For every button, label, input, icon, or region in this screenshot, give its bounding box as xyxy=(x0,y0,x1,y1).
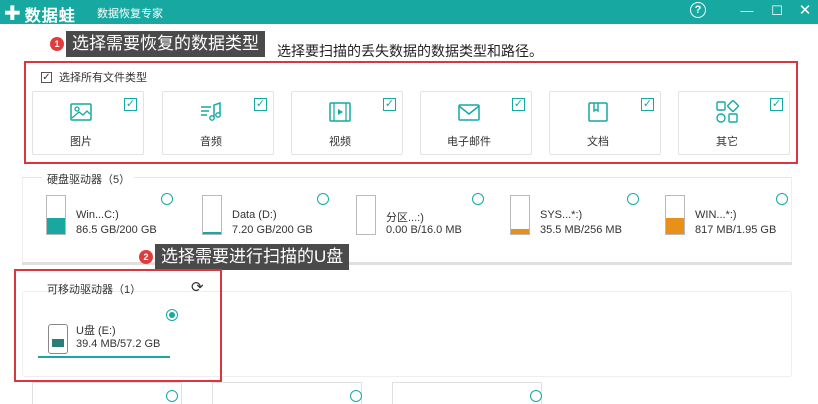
file-type-label: 图片 xyxy=(70,136,92,148)
drive-radio[interactable] xyxy=(317,193,329,205)
file-type-card-video[interactable]: ✓ 视频 xyxy=(291,91,403,155)
drive-name: SYS...*:) xyxy=(540,209,583,221)
file-type-label: 其它 xyxy=(716,136,738,148)
callout-number: 1 xyxy=(50,37,64,51)
drive-name: 分区...:) xyxy=(386,212,424,224)
file-type-checkbox[interactable]: ✓ xyxy=(512,98,525,111)
callout-text: 选择需要恢复的数据类型 xyxy=(66,31,265,57)
file-type-checkbox[interactable]: ✓ xyxy=(254,98,267,111)
email-icon xyxy=(458,104,480,121)
callout-text: 选择需要进行扫描的U盘 xyxy=(155,244,350,270)
drive-name: Data (D:) xyxy=(232,209,277,221)
file-type-checkbox[interactable]: ✓ xyxy=(770,98,783,111)
close-button[interactable]: ✕ xyxy=(796,2,814,20)
drive-item[interactable]: Win...C:) 86.5 GB/200 GB xyxy=(46,193,176,243)
audio-icon xyxy=(201,101,221,121)
callout-1: 1 选择需要恢复的数据类型 xyxy=(50,31,265,57)
file-type-label: 视频 xyxy=(329,136,351,148)
drive-name: WIN...*:) xyxy=(695,209,737,221)
bottom-card-radio[interactable] xyxy=(166,390,178,402)
drive-item[interactable]: Data (D:) 7.20 GB/200 GB xyxy=(202,193,332,243)
drive-radio[interactable] xyxy=(472,193,484,205)
removable-drives-title: 可移动驱动器（1） xyxy=(47,284,142,296)
usb-drive-name: U盘 (E:) xyxy=(76,325,116,337)
drive-size: 35.5 MB/256 MB xyxy=(540,224,622,236)
drive-usage-fill xyxy=(203,232,221,234)
usb-drive-item[interactable]: U盘 (E:) 39.4 MB/57.2 GB xyxy=(38,318,178,360)
bottom-card-radio[interactable] xyxy=(350,390,362,402)
callout-2: 2 选择需要进行扫描的U盘 xyxy=(139,244,350,270)
callout-number: 2 xyxy=(139,250,153,264)
usb-connector xyxy=(52,339,64,347)
usb-drive-size: 39.4 MB/57.2 GB xyxy=(76,338,161,350)
app-title: 数据恢复专家 xyxy=(97,8,163,20)
file-type-label: 电子邮件 xyxy=(447,136,491,148)
title-bar: ✚ 数据蛙 数据恢复专家 ? — ☐ ✕ xyxy=(0,0,818,26)
drive-size: 7.20 GB/200 GB xyxy=(232,224,313,236)
image-icon xyxy=(70,103,92,121)
file-type-card-other[interactable]: ✓ 其它 xyxy=(678,91,790,155)
bottom-card[interactable] xyxy=(212,382,362,404)
file-type-checkbox[interactable]: ✓ xyxy=(124,98,137,111)
page-subtitle: 选择要扫描的丢失数据的数据类型和路径。 xyxy=(277,43,543,59)
select-all-checkbox[interactable]: ✓ xyxy=(41,71,52,83)
file-type-card-document[interactable]: ✓ 文档 xyxy=(549,91,661,155)
drive-name: Win...C:) xyxy=(76,209,119,221)
usb-drive-radio[interactable] xyxy=(166,309,178,321)
usb-selection-bar xyxy=(38,356,170,358)
document-icon xyxy=(588,102,608,122)
maximize-button[interactable]: ☐ xyxy=(768,2,786,20)
drive-size: 86.5 GB/200 GB xyxy=(76,224,157,236)
bottom-card-radio[interactable] xyxy=(530,390,542,402)
usb-drive-icon xyxy=(48,324,68,354)
drive-size: 0.00 B/16.0 MB xyxy=(386,224,462,236)
drive-icon xyxy=(665,195,685,235)
file-type-card-audio[interactable]: ✓ 音频 xyxy=(162,91,274,155)
refresh-icon[interactable]: ⟳ xyxy=(191,278,204,296)
file-type-card-email[interactable]: ✓ 电子邮件 xyxy=(420,91,532,155)
help-button[interactable]: ? xyxy=(690,2,706,18)
logo-plus-icon: ✚ xyxy=(4,3,22,25)
drive-item[interactable]: SYS...*:) 35.5 MB/256 MB xyxy=(510,193,640,243)
video-icon xyxy=(329,102,351,122)
drive-radio[interactable] xyxy=(776,193,788,205)
select-all-label: 选择所有文件类型 xyxy=(59,72,147,84)
file-type-label: 音频 xyxy=(200,136,222,148)
drive-icon xyxy=(46,195,66,235)
drive-item[interactable]: 分区...:) 0.00 B/16.0 MB xyxy=(356,193,486,243)
file-type-checkbox[interactable]: ✓ xyxy=(383,98,396,111)
drive-usage-fill xyxy=(511,228,529,234)
drive-icon xyxy=(356,195,376,235)
select-all-file-types[interactable]: ✓ 选择所有文件类型 xyxy=(41,69,147,85)
drive-radio[interactable] xyxy=(627,193,639,205)
drive-usage-fill xyxy=(666,218,684,234)
bottom-card[interactable] xyxy=(392,382,542,404)
file-type-checkbox[interactable]: ✓ xyxy=(641,98,654,111)
drive-icon xyxy=(202,195,222,235)
app-logo: ✚ 数据蛙 xyxy=(4,2,76,26)
drive-radio[interactable] xyxy=(161,193,173,205)
drive-usage-fill xyxy=(47,217,65,234)
other-icon xyxy=(716,100,739,123)
minimize-button[interactable]: — xyxy=(738,2,756,20)
logo-text: 数据蛙 xyxy=(24,8,76,25)
drive-icon xyxy=(510,195,530,235)
file-type-card-image[interactable]: ✓ 图片 xyxy=(32,91,144,155)
drive-size: 817 MB/1.95 GB xyxy=(695,224,777,236)
bottom-card[interactable] xyxy=(32,382,182,404)
horizontal-scrollbar[interactable] xyxy=(22,262,792,265)
file-type-label: 文档 xyxy=(587,136,609,148)
